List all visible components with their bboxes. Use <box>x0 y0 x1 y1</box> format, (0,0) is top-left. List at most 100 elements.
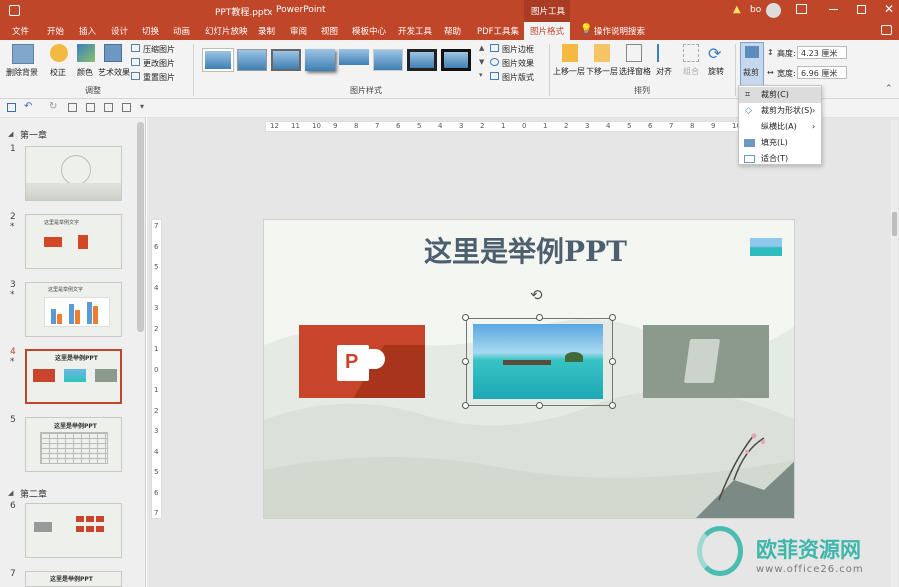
style-thumb[interactable] <box>305 49 335 71</box>
tab-file[interactable]: 文件 <box>12 25 29 37</box>
resize-handle[interactable] <box>609 358 616 365</box>
section-collapse-icon[interactable]: ◢ <box>8 489 13 497</box>
tab-slideshow[interactable]: 幻灯片放映 <box>205 25 248 37</box>
save-icon[interactable] <box>9 5 20 16</box>
ppt-logo-image[interactable]: P <box>299 325 425 398</box>
current-slide[interactable]: 这里是举例PPT P ⟲ <box>263 219 795 519</box>
bring-forward-icon[interactable] <box>562 44 578 62</box>
thumbnail-scrollbar[interactable] <box>137 122 144 332</box>
menu-item-crop-to-shape[interactable]: ◇ 裁剪为形状(S) › <box>739 103 821 119</box>
slide-thumbnail-7[interactable]: 这里是举例PPT <box>25 571 122 587</box>
style-thumb[interactable] <box>373 49 403 71</box>
change-picture-button[interactable]: 更改图片 <box>143 58 175 69</box>
crop-button[interactable]: 裁剪 <box>740 42 764 86</box>
compress-icon[interactable] <box>131 44 140 52</box>
picture-layout-button[interactable]: 图片版式 <box>502 72 534 83</box>
artistic-effects-icon[interactable] <box>104 44 122 62</box>
artistic-effects-button[interactable]: 艺术效果 <box>98 67 130 78</box>
undo-icon[interactable]: ↶ <box>24 101 32 112</box>
selection-pane-button[interactable]: 选择窗格 <box>619 66 651 77</box>
tab-pdf[interactable]: PDF工具集 <box>477 25 519 37</box>
style-thumb[interactable] <box>203 49 233 71</box>
style-thumb[interactable] <box>407 49 437 71</box>
tab-home[interactable]: 开始 <box>47 25 64 37</box>
color-button[interactable]: 颜色 <box>77 67 93 78</box>
tell-me-search[interactable]: 操作说明搜索 <box>594 25 645 37</box>
minimize-icon[interactable] <box>829 9 838 10</box>
redo-icon[interactable]: ↻ <box>49 101 57 112</box>
resize-handle[interactable] <box>609 314 616 321</box>
resize-handle[interactable] <box>536 402 543 409</box>
compress-pictures-button[interactable]: 压缩图片 <box>143 44 175 55</box>
color-icon[interactable] <box>77 44 95 62</box>
close-icon[interactable]: ✕ <box>884 2 894 16</box>
section-label[interactable]: 第一章 <box>20 128 47 141</box>
resize-handle[interactable] <box>462 314 469 321</box>
tab-transitions[interactable]: 切换 <box>142 25 159 37</box>
style-thumb[interactable] <box>339 49 369 71</box>
tab-record[interactable]: 录制 <box>258 25 275 37</box>
picture-layout-icon[interactable] <box>490 72 499 80</box>
table-icon[interactable] <box>122 103 131 112</box>
align-icon[interactable] <box>657 44 671 62</box>
tab-help[interactable]: 帮助 <box>444 25 461 37</box>
gallery-more-icon[interactable]: ▾ <box>479 71 483 79</box>
section-label[interactable]: 第二章 <box>20 487 47 500</box>
remove-background-icon[interactable] <box>12 44 34 64</box>
gallery-down-icon[interactable]: ▼ <box>479 58 484 66</box>
resize-handle[interactable] <box>462 358 469 365</box>
canvas-scroll-thumb[interactable] <box>892 212 897 236</box>
warning-icon[interactable]: ▲ <box>733 4 741 15</box>
picture-border-button[interactable]: 图片边框 <box>502 44 534 55</box>
picture-effects-button[interactable]: 图片效果 <box>502 58 534 69</box>
style-thumb[interactable] <box>271 49 301 71</box>
slide-thumbnail-2[interactable]: 这里是举例文字 <box>25 214 122 269</box>
collapse-ribbon-icon[interactable]: ⌃ <box>885 84 893 94</box>
picture-effects-icon[interactable] <box>490 58 499 66</box>
remove-background-button[interactable]: 删除背景 <box>6 67 38 78</box>
reset-picture-button[interactable]: 重置图片 <box>143 72 175 83</box>
ribbon-display-icon[interactable] <box>796 4 807 14</box>
slide-thumbnail-6[interactable] <box>25 503 122 558</box>
menu-item-crop[interactable]: ⌗ 裁剪(C) <box>739 87 821 103</box>
picture-border-icon[interactable] <box>490 44 499 52</box>
menu-item-fill[interactable]: 填充(L) <box>739 135 821 151</box>
slide-thumbnail-1[interactable] <box>25 146 122 201</box>
style-thumb[interactable] <box>237 49 267 71</box>
slideshow-icon[interactable] <box>68 103 77 112</box>
style-thumb[interactable] <box>441 49 471 71</box>
avatar[interactable] <box>766 3 781 18</box>
group-icon[interactable] <box>683 44 699 62</box>
corrections-icon[interactable] <box>50 44 68 62</box>
corrections-button[interactable]: 校正 <box>50 67 66 78</box>
width-input[interactable]: 6.96 厘米 <box>797 66 847 79</box>
tab-animations[interactable]: 动画 <box>173 25 190 37</box>
picture-styles-gallery[interactable] <box>199 45 479 79</box>
slide-thumbnail-3[interactable]: 这里是举例文字 <box>25 282 122 337</box>
resize-handle[interactable] <box>609 402 616 409</box>
slide-thumbnail-4-selected[interactable]: 这里是举例PPT <box>25 349 122 404</box>
slide-thumbnail-5[interactable]: 这里是举例PPT <box>25 417 122 472</box>
selection-pane-icon[interactable] <box>626 44 642 62</box>
slide-title[interactable]: 这里是举例PPT <box>424 230 627 270</box>
rotate-icon[interactable]: ⟳ <box>708 44 724 63</box>
small-beach-image[interactable] <box>750 238 782 256</box>
rotate-handle-icon[interactable]: ⟲ <box>530 286 543 304</box>
group-button[interactable]: 组合 <box>683 66 699 77</box>
send-backward-icon[interactable] <box>594 44 610 62</box>
height-input[interactable]: 4.23 厘米 <box>797 46 847 59</box>
resize-handle[interactable] <box>462 402 469 409</box>
send-backward-button[interactable]: 下移一层 <box>586 66 618 77</box>
tab-design[interactable]: 设计 <box>111 25 128 37</box>
restore-icon[interactable] <box>857 5 866 14</box>
tab-review[interactable]: 审阅 <box>290 25 307 37</box>
change-picture-icon[interactable] <box>131 58 140 66</box>
gallery-up-icon[interactable]: ▲ <box>479 44 484 52</box>
canvas-scrollbar[interactable] <box>891 120 898 587</box>
reset-picture-icon[interactable] <box>131 72 140 80</box>
align-button[interactable]: 对齐 <box>656 66 672 77</box>
picture-icon[interactable] <box>86 103 95 112</box>
tab-template[interactable]: 模板中心 <box>352 25 386 37</box>
menu-item-fit[interactable]: 适合(T) <box>739 151 821 167</box>
customize-qat-icon[interactable]: ▾ <box>140 102 144 111</box>
